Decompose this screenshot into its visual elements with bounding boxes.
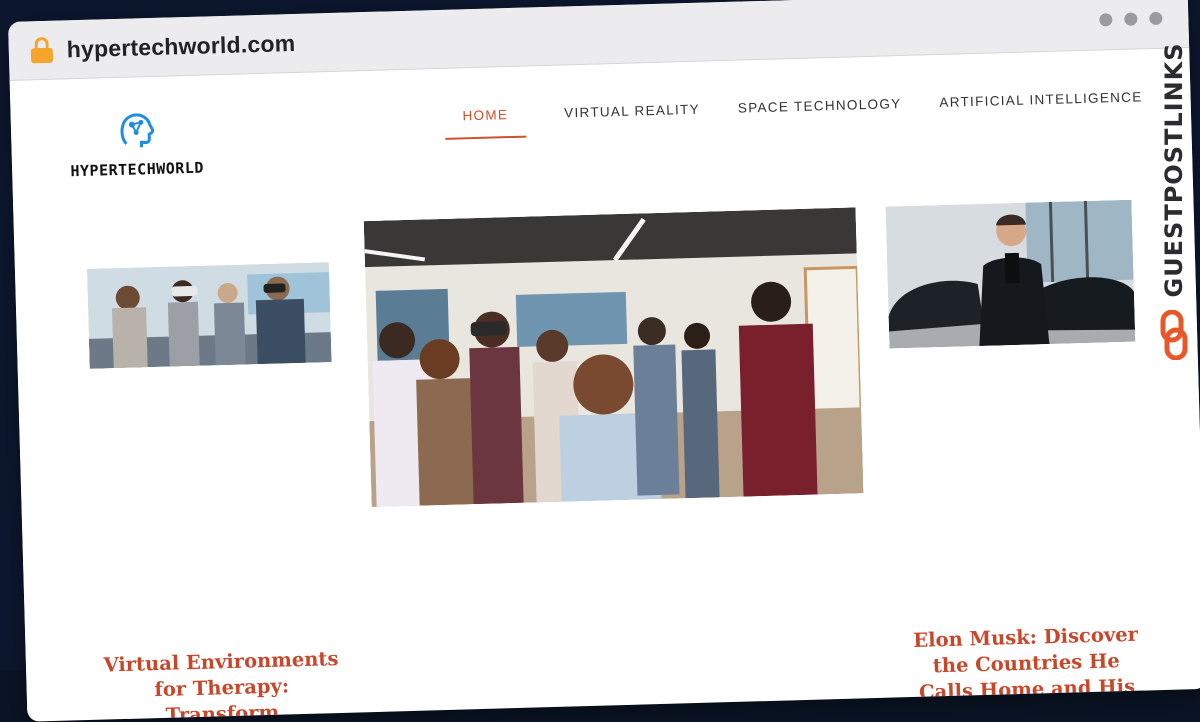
window-dot[interactable]	[1099, 13, 1113, 27]
nav-home[interactable]: HOME	[444, 106, 527, 140]
post-title-virtual-environments[interactable]: Virtual Environments for Therapy: Transf…	[96, 646, 348, 722]
watermark-text: GUESTPOSTLINKS	[1160, 42, 1188, 298]
window-dot[interactable]	[1149, 11, 1163, 26]
site-logo[interactable]: HYPERTECHWORLD	[50, 105, 222, 181]
window-controls	[1099, 11, 1163, 27]
nav-space-technology[interactable]: SPACE TECHNOLOGY	[738, 96, 902, 132]
link-icon	[1160, 310, 1188, 360]
vr-group-thumbnail[interactable]	[86, 262, 332, 369]
guestpostlinks-watermark: GUESTPOSTLINKS	[1156, 42, 1192, 360]
web-page: HYPERTECHWORLD HOME VIRTUAL REALITY SPAC…	[9, 48, 1200, 722]
elon-musk-thumbnail[interactable]	[885, 199, 1136, 349]
url-text[interactable]: hypertechworld.com	[66, 29, 295, 62]
post-title-elon-musk[interactable]: Elon Musk: Discover the Countries He Cal…	[905, 621, 1148, 722]
logo-text: HYPERTECHWORLD	[70, 158, 205, 181]
nav-virtual-reality[interactable]: VIRTUAL REALITY	[564, 102, 701, 137]
brain-circuit-icon	[120, 113, 155, 148]
window-dot[interactable]	[1124, 12, 1138, 26]
nav-artificial-intelligence[interactable]: ARTIFICIAL INTELLIGENCE	[939, 89, 1143, 126]
main-navigation: HOME VIRTUAL REALITY SPACE TECHNOLOGY AR…	[444, 89, 1143, 140]
lock-icon	[30, 36, 54, 64]
vr-workshop-featured-image[interactable]	[363, 207, 864, 508]
browser-window: hypertechworld.com HYPERTECHWORLD HOME V…	[8, 0, 1200, 722]
